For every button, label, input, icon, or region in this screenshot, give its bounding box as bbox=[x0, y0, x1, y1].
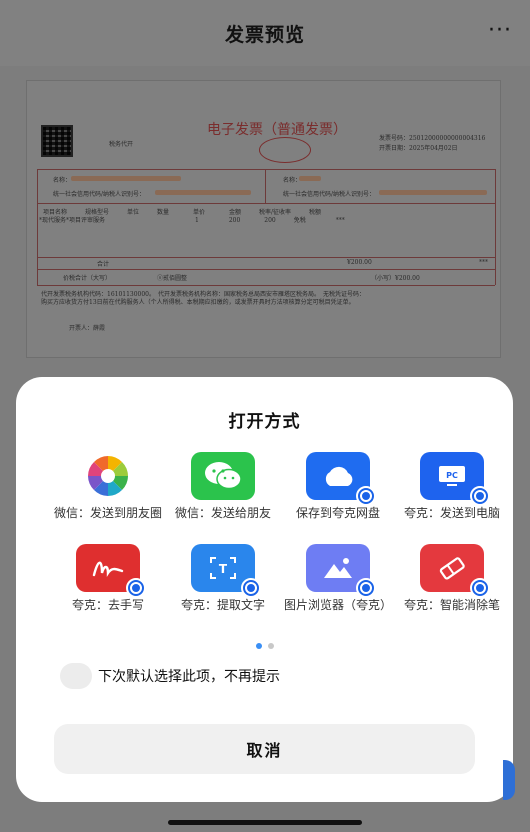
grand-total-words: ⓧ贰佰圆整 bbox=[157, 275, 188, 282]
image-viewer-icon bbox=[306, 544, 376, 598]
wechat-icon bbox=[191, 452, 255, 500]
invoice-note-line2: 购买方应收货方付13日前在代购服务人（个人所得税、本税期应扣缴的，或发票开具时方… bbox=[41, 299, 355, 306]
page-title: 发票预览 bbox=[224, 23, 305, 46]
page-dot-active bbox=[255, 643, 262, 649]
wechat-moments-icon bbox=[76, 452, 140, 500]
invoice-date: 开票日期：2025年04月02日 bbox=[379, 145, 458, 152]
remember-toggle[interactable] bbox=[60, 663, 92, 689]
svg-text:T: T bbox=[219, 562, 228, 576]
svg-text:PC: PC bbox=[446, 471, 458, 480]
total-amount: ¥200.00 bbox=[347, 259, 372, 266]
pc-icon: PC bbox=[420, 452, 490, 506]
quark-badge-icon bbox=[470, 486, 490, 506]
qr-code-icon bbox=[41, 125, 73, 157]
quark-badge-icon bbox=[356, 486, 376, 506]
more-options-icon[interactable]: ··· bbox=[488, 20, 512, 42]
grand-total-label: 价税合计（大写） bbox=[63, 275, 112, 282]
invoice-preview-area: 税务代开 电子发票（普通发票） 发票号码：2501200000000000431… bbox=[0, 66, 530, 396]
item-label: 夸克：智能消除笔 bbox=[403, 598, 500, 612]
buyer-tax-label: 统一社会信用代码/纳税人识别号： bbox=[53, 191, 146, 198]
top-bar: 发票预览 ··· bbox=[0, 0, 530, 66]
quark-handwriting[interactable]: 夸克：去手写 bbox=[49, 544, 167, 613]
item-label: 微信：发送到朋友圈 bbox=[53, 506, 162, 520]
page-dot bbox=[267, 643, 274, 649]
invoice-stamp-icon bbox=[259, 137, 311, 163]
share-wechat-moments[interactable]: 微信：发送到朋友圈 bbox=[49, 452, 167, 521]
invoice-number: 发票号码：25012000000000004316 bbox=[379, 135, 486, 142]
item-label: 夸克：去手写 bbox=[71, 598, 144, 612]
sheet-title: 打开方式 bbox=[228, 412, 301, 432]
quark-image-viewer[interactable]: 图片浏览器（夸克） bbox=[279, 544, 397, 613]
cancel-button[interactable]: 取消 bbox=[54, 724, 475, 774]
total-tax: *** bbox=[479, 259, 488, 266]
home-indicator[interactable] bbox=[168, 820, 362, 825]
text-extract-icon: T bbox=[191, 544, 261, 598]
quark-badge-icon bbox=[356, 578, 376, 598]
quark-smart-eraser[interactable]: 夸克：智能消除笔 bbox=[393, 544, 511, 613]
remember-label: 下次默认选择此项，不再提示 bbox=[98, 669, 280, 685]
item-label: 微信：发送给朋友 bbox=[174, 506, 271, 520]
eraser-icon bbox=[420, 544, 490, 598]
quark-badge-icon bbox=[241, 578, 261, 598]
item-row: *现代服务*项目评审服务 1 200 200 免税 *** bbox=[39, 217, 345, 224]
save-to-quark-drive[interactable]: 保存到夸克网盘 bbox=[279, 452, 397, 521]
buyer-name-label: 名称： bbox=[53, 177, 72, 184]
cloud-drive-icon bbox=[306, 452, 376, 506]
item-label: 夸克：发送到电脑 bbox=[403, 506, 500, 520]
quark-badge-icon bbox=[470, 578, 490, 598]
item-label: 夸克：提取文字 bbox=[180, 598, 265, 612]
grand-total-small: （小写）¥200.00 bbox=[371, 275, 420, 282]
item-label: 保存到夸克网盘 bbox=[295, 506, 380, 520]
invoice-agent-label: 税务代开 bbox=[109, 141, 134, 148]
invoice-document: 税务代开 电子发票（普通发票） 发票号码：2501200000000000431… bbox=[26, 80, 501, 358]
page-indicator bbox=[16, 643, 513, 649]
remember-choice[interactable]: 下次默认选择此项，不再提示 bbox=[60, 663, 280, 689]
handwriting-icon bbox=[76, 544, 146, 598]
share-wechat-friend[interactable]: 微信：发送给朋友 bbox=[164, 452, 282, 521]
invoice-title: 电子发票（普通发票） bbox=[207, 122, 347, 138]
seller-tax-label: 统一社会信用代码/纳税人识别号： bbox=[283, 191, 376, 198]
item-label: 图片浏览器（夸克） bbox=[283, 598, 392, 612]
total-label: 合计 bbox=[97, 261, 110, 268]
open-with-sheet: 打开方式 微信：发送到朋友圈 微信：发送给朋友 保存到夸克网盘 PC 夸克：发送… bbox=[16, 377, 513, 802]
quark-badge-icon bbox=[126, 578, 146, 598]
background-edge bbox=[503, 760, 515, 800]
quark-send-to-pc[interactable]: PC 夸克：发送到电脑 bbox=[393, 452, 511, 521]
issuer-label: 开票人：薛霞 bbox=[69, 325, 106, 332]
quark-extract-text[interactable]: T 夸克：提取文字 bbox=[164, 544, 282, 613]
